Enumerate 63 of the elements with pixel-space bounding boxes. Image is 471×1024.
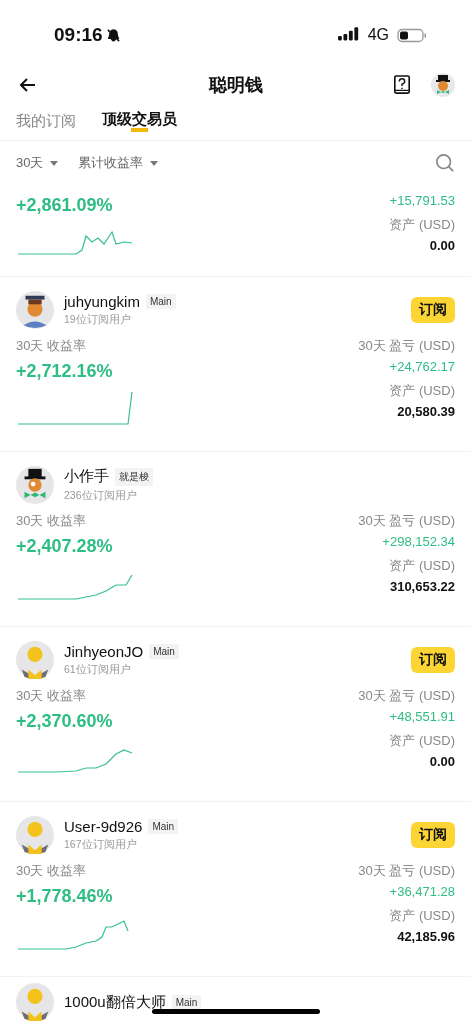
pnl-value: +36,471.28 [389, 884, 455, 899]
return-rate: +2,861.09% [16, 195, 114, 216]
pnl-label: 30天 盈亏 (USD) [358, 512, 455, 530]
return-label: 30天 收益率 [16, 687, 88, 705]
return-label: 30天 收益率 [16, 337, 88, 355]
subscribe-button[interactable]: 订阅 [411, 297, 455, 323]
trader-tag: 就是梭 [115, 467, 153, 486]
avatar-icon [16, 466, 54, 504]
avatar-icon [16, 291, 54, 329]
pnl-value: +15,791.53 [389, 193, 455, 208]
trader-tag: Main [171, 994, 202, 1010]
return-label: 30天 收益率 [16, 512, 88, 530]
pnl-value: +48,551.91 [389, 709, 455, 724]
battery-icon [397, 27, 427, 43]
page-title: 聪明钱 [208, 74, 263, 97]
return-rate: +2,370.60% [16, 711, 114, 732]
subscribe-button[interactable]: 订阅 [411, 647, 455, 673]
network-label: 4G [367, 26, 389, 44]
assets-value: 0.00 [429, 754, 455, 769]
subscriber-count: 61位订阅用户 [64, 663, 132, 677]
help-book-icon[interactable] [393, 75, 411, 95]
caret-icon [150, 160, 159, 166]
trader-name: 小作手 [64, 467, 109, 486]
muted-bell-icon [105, 27, 121, 43]
return-label: 30天 收益率 [16, 862, 88, 880]
profile-avatar-icon[interactable] [431, 73, 455, 97]
assets-value: 20,580.39 [397, 404, 455, 419]
pnl-value: +24,762.17 [389, 359, 455, 374]
subscriber-count: 167位订阅用户 [64, 838, 138, 852]
assets-label: 资产 (USD) [389, 382, 455, 400]
avatar-icon [16, 641, 54, 679]
pnl-label: 30天 盈亏 (USD) [358, 862, 455, 880]
search-icon[interactable] [435, 153, 455, 173]
trader-tag: Main [145, 294, 176, 309]
assets-label: 资产 (USD) [389, 907, 455, 925]
trader-name: User-9d926 [64, 818, 143, 835]
avatar-icon [16, 983, 54, 1021]
trader-tag: Main [149, 644, 179, 659]
pnl-label: 30天 盈亏 (USD) [358, 687, 455, 705]
filter-dropdown[interactable]: 30天 [16, 154, 59, 172]
return-rate: +1,778.46% [16, 886, 114, 907]
pnl-label: 30天 盈亏 (USD) [358, 337, 455, 355]
assets-value: 0.00 [429, 238, 455, 253]
subscriber-count: 236位订阅用户 [64, 489, 138, 503]
avatar-icon [16, 816, 54, 854]
pnl-value: +298,152.34 [382, 534, 455, 549]
caret-icon [50, 160, 59, 166]
trader-name: 1000u翻倍大师 [64, 992, 166, 1012]
tab[interactable]: 我的订阅 [16, 106, 76, 136]
clock-time: 09:16 [54, 24, 103, 46]
trader-tag: Main [148, 819, 179, 834]
filter-dropdown[interactable]: 累计收益率 [78, 154, 159, 172]
subscriber-count: 19位订阅用户 [64, 313, 132, 327]
trader-name: juhyungkim [64, 293, 140, 310]
assets-label: 资产 (USD) [389, 557, 455, 575]
assets-label: 资产 (USD) [389, 216, 455, 234]
return-rate: +2,712.16% [16, 361, 114, 382]
return-rate: +2,407.28% [16, 536, 114, 557]
assets-label: 资产 (USD) [389, 732, 455, 750]
subscribe-button[interactable]: 订阅 [411, 822, 455, 848]
assets-value: 310,653.22 [389, 579, 455, 594]
trader-name: JinhyeonJO [64, 643, 144, 660]
assets-value: 42,185.96 [397, 929, 455, 944]
